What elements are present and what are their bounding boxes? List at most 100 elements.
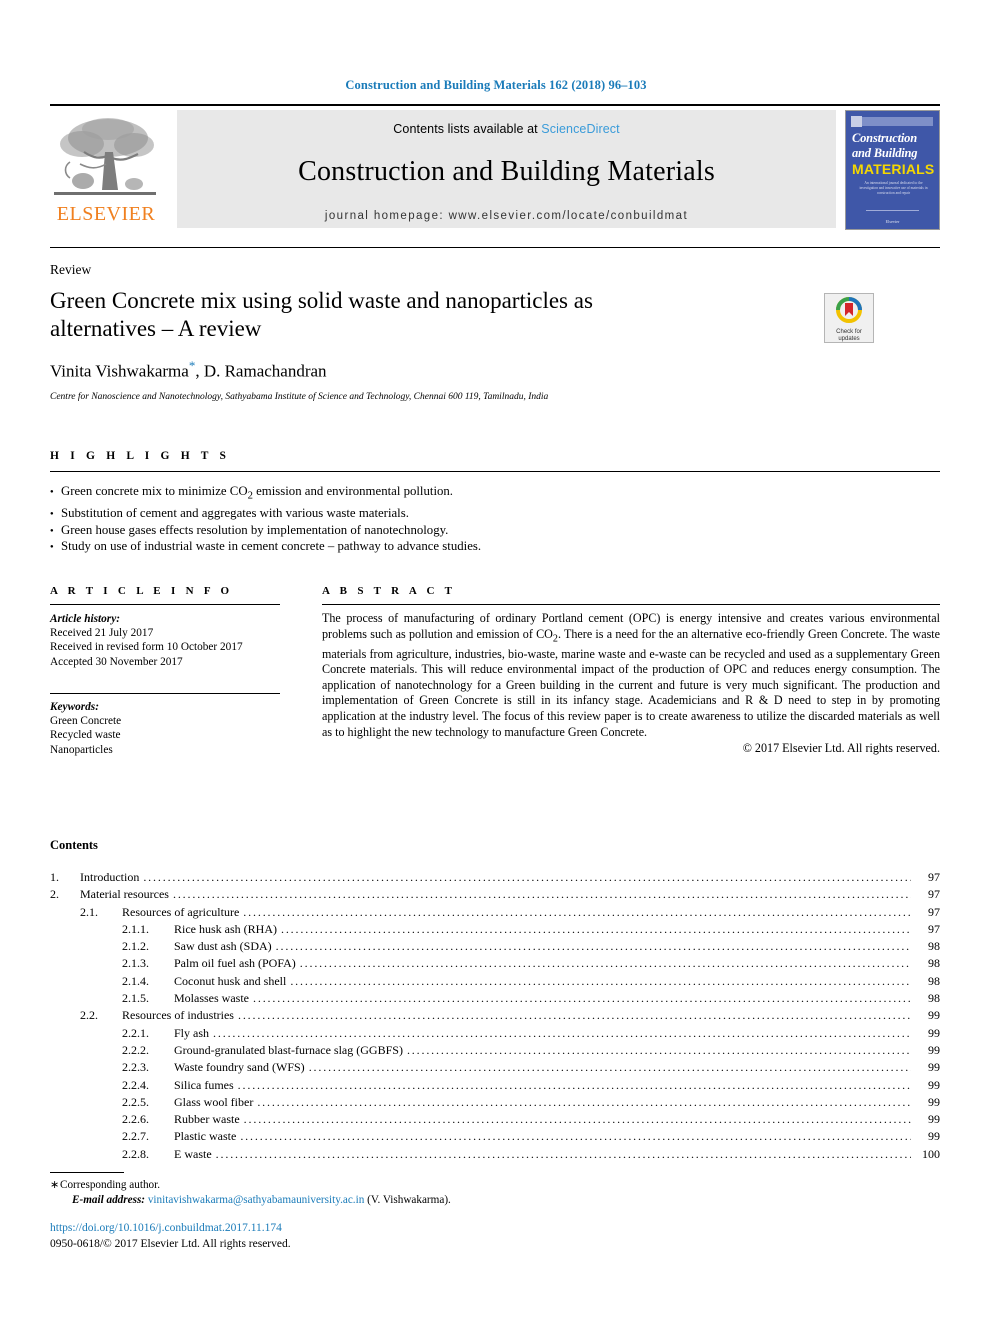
list-item: Green house gases effects resolution by … — [50, 522, 750, 540]
toc-entry-number: 2.1.4. — [122, 973, 149, 988]
toc-entry-page: 99 — [928, 1129, 940, 1144]
crossmark-line-1: Check for — [836, 329, 862, 335]
email-link[interactable]: vinitavishwakarma@sathyabamauniversity.a… — [148, 1194, 364, 1206]
elsevier-logo: ELSEVIER — [50, 110, 168, 226]
article-history-label: Article history: — [50, 613, 120, 625]
cover-title-line-1: Construction — [852, 131, 917, 145]
toc-entry[interactable]: 2.1. Resources of agriculture............… — [50, 904, 940, 921]
toc-entry-label: Fly ash — [174, 1025, 210, 1040]
cover-divider — [866, 210, 919, 211]
keyword-item: Nanoparticles — [50, 743, 113, 756]
toc-entry[interactable]: 2. Material resources....................… — [50, 886, 940, 903]
toc-entry[interactable]: 2.2.2. Ground-granulated blast-furnace sl… — [50, 1042, 940, 1059]
journal-cover-thumbnail[interactable]: Construction and Building MATERIALS An i… — [845, 110, 940, 230]
toc-entry[interactable]: 2.2.5. Glass wool fiber..................… — [50, 1094, 940, 1111]
abstract-heading: A B S T R A C T — [322, 585, 456, 597]
doi-link[interactable]: https://doi.org/10.1016/j.conbuildmat.20… — [50, 1222, 282, 1234]
journal-masthead: ELSEVIER Contents lists available at Sci… — [50, 104, 940, 230]
toc-entry-number: 2.2.2. — [122, 1042, 149, 1057]
article-info-rule — [50, 604, 280, 605]
email-owner: (V. Vishwakarma). — [367, 1194, 451, 1206]
keywords-block: Keywords: Green Concrete Recycled waste … — [50, 700, 285, 757]
toc-entry[interactable]: 2.1.4. Coconut husk and shell............… — [50, 973, 940, 990]
crossmark-label: Check for updates — [825, 329, 873, 343]
toc-entry-number: 2.2.8. — [122, 1146, 149, 1161]
toc-leader-dots: ........................................… — [213, 1025, 911, 1040]
toc-leader-dots: ........................................… — [299, 956, 911, 971]
toc-entry-label: Introduction — [80, 870, 140, 884]
article-history-revised: Received in revised form 10 October 2017 — [50, 641, 243, 654]
toc-entry-number: 2. — [50, 887, 59, 902]
highlights-rule — [50, 471, 940, 472]
toc-entry[interactable]: 2.2.3. Waste foundry sand (WFS)..........… — [50, 1059, 940, 1076]
toc-entry-label: Resources of industries — [122, 1008, 234, 1023]
toc-entry[interactable]: 2.1.3. Palm oil fuel ash (POFA)..........… — [50, 955, 940, 972]
masthead-center-panel: Contents lists available at ScienceDirec… — [177, 110, 836, 228]
author-secondary: , D. Ramachandran — [195, 361, 327, 381]
toc-entry[interactable]: 2.2.6. Rubber waste......................… — [50, 1111, 940, 1128]
cover-footer-label: Elsevier — [885, 219, 900, 224]
toc-entry-number: 2.2.1. — [122, 1025, 149, 1040]
toc-leader-dots: ........................................… — [243, 904, 911, 919]
toc-leader-dots: ........................................… — [290, 973, 911, 988]
toc-entry-label: Resources of agriculture — [122, 904, 240, 919]
toc-entry-page: 98 — [928, 973, 940, 988]
abstract-body: The process of manufacturing of ordinary… — [322, 611, 940, 757]
toc-leader-dots: ........................................… — [172, 887, 911, 902]
abstract-text: The process of manufacturing of ordinary… — [322, 611, 940, 739]
footnote-rule — [50, 1172, 124, 1173]
toc-entry-page: 99 — [928, 1077, 940, 1092]
toc-entry-number: 2.2.4. — [122, 1077, 149, 1092]
toc-entry-page: 98 — [928, 991, 940, 1006]
toc-entry-label: Rice husk ash (RHA) — [174, 921, 277, 936]
toc-entry-label: Saw dust ash (SDA) — [174, 939, 272, 954]
toc-entry-label: Plastic waste — [174, 1129, 237, 1144]
journal-title: Construction and Building Materials — [298, 156, 715, 187]
toc-entry-page: 99 — [928, 1094, 940, 1109]
highlights-list: Green concrete mix to minimize CO2 emiss… — [50, 483, 750, 556]
toc-entry[interactable]: 2.1.1. Rice husk ash (RHA)...............… — [50, 921, 940, 938]
toc-leader-dots: ........................................… — [240, 1129, 911, 1144]
article-info-separator — [50, 693, 280, 694]
toc-entry-number: 2.2.7. — [122, 1129, 149, 1144]
elsevier-wordmark: ELSEVIER — [56, 203, 156, 225]
toc-entry[interactable]: 2.2.4. Silica fumes......................… — [50, 1077, 940, 1094]
toc-leader-dots: ........................................… — [308, 1060, 911, 1075]
contents-prefix: Contents lists available at — [393, 122, 542, 136]
toc-entry-page: 99 — [928, 1025, 940, 1040]
toc-leader-dots: ........................................… — [253, 991, 911, 1006]
cover-publisher-mark — [851, 116, 862, 127]
toc-entry[interactable]: 2.2.8. E waste...........................… — [50, 1146, 940, 1163]
toc-leader-dots: ........................................… — [237, 1077, 911, 1092]
toc-entry-number: 2.1.1. — [122, 921, 149, 936]
toc-entry-number: 2.1.5. — [122, 991, 149, 1006]
keywords-label: Keywords: — [50, 701, 99, 713]
toc-entry[interactable]: 1. Introduction..........................… — [50, 869, 940, 886]
journal-homepage-link[interactable]: journal homepage: www.elsevier.com/locat… — [177, 210, 836, 222]
toc-entry[interactable]: 2.2. Resources of industries.............… — [50, 1007, 940, 1024]
toc-leader-dots: ........................................… — [275, 939, 911, 954]
author-list: Vinita Vishwakarma*, D. Ramachandran — [50, 358, 327, 382]
sciencedirect-link[interactable]: ScienceDirect — [541, 122, 619, 136]
article-first-page: Construction and Building Materials 162 … — [0, 0, 992, 1323]
toc-entry-page: 97 — [928, 870, 940, 884]
toc-entry[interactable]: 2.1.5. Molasses waste....................… — [50, 990, 940, 1007]
email-label: E-mail address: — [72, 1194, 146, 1206]
abstract-copyright: © 2017 Elsevier Ltd. All rights reserved… — [742, 741, 940, 756]
toc-entry-page: 98 — [928, 939, 940, 954]
toc-entry[interactable]: 2.2.7. Plastic waste.....................… — [50, 1128, 940, 1145]
page-title: Green Concrete mix using solid waste and… — [50, 288, 593, 341]
keyword-item: Green Concrete — [50, 715, 122, 728]
toc-entry-label: Material resources — [80, 887, 169, 902]
crossmark-badge[interactable]: Check for updates — [824, 293, 874, 343]
toc-entry-number: 2.2.3. — [122, 1060, 149, 1075]
masthead-bottom-rule — [50, 247, 940, 248]
toc-entry[interactable]: 2.1.2. Saw dust ash (SDA)................… — [50, 938, 940, 955]
toc-entry-page: 97 — [928, 887, 940, 902]
toc-entry[interactable]: 2.2.1. Fly ash...........................… — [50, 1025, 940, 1042]
toc-entry-page: 97 — [928, 904, 940, 919]
toc-entry-page: 99 — [928, 1060, 940, 1075]
toc-entry-label: Ground-granulated blast-furnace slag (GG… — [174, 1042, 403, 1057]
toc-leader-dots: ........................................… — [257, 1094, 911, 1109]
author-primary: Vinita Vishwakarma — [50, 361, 189, 381]
